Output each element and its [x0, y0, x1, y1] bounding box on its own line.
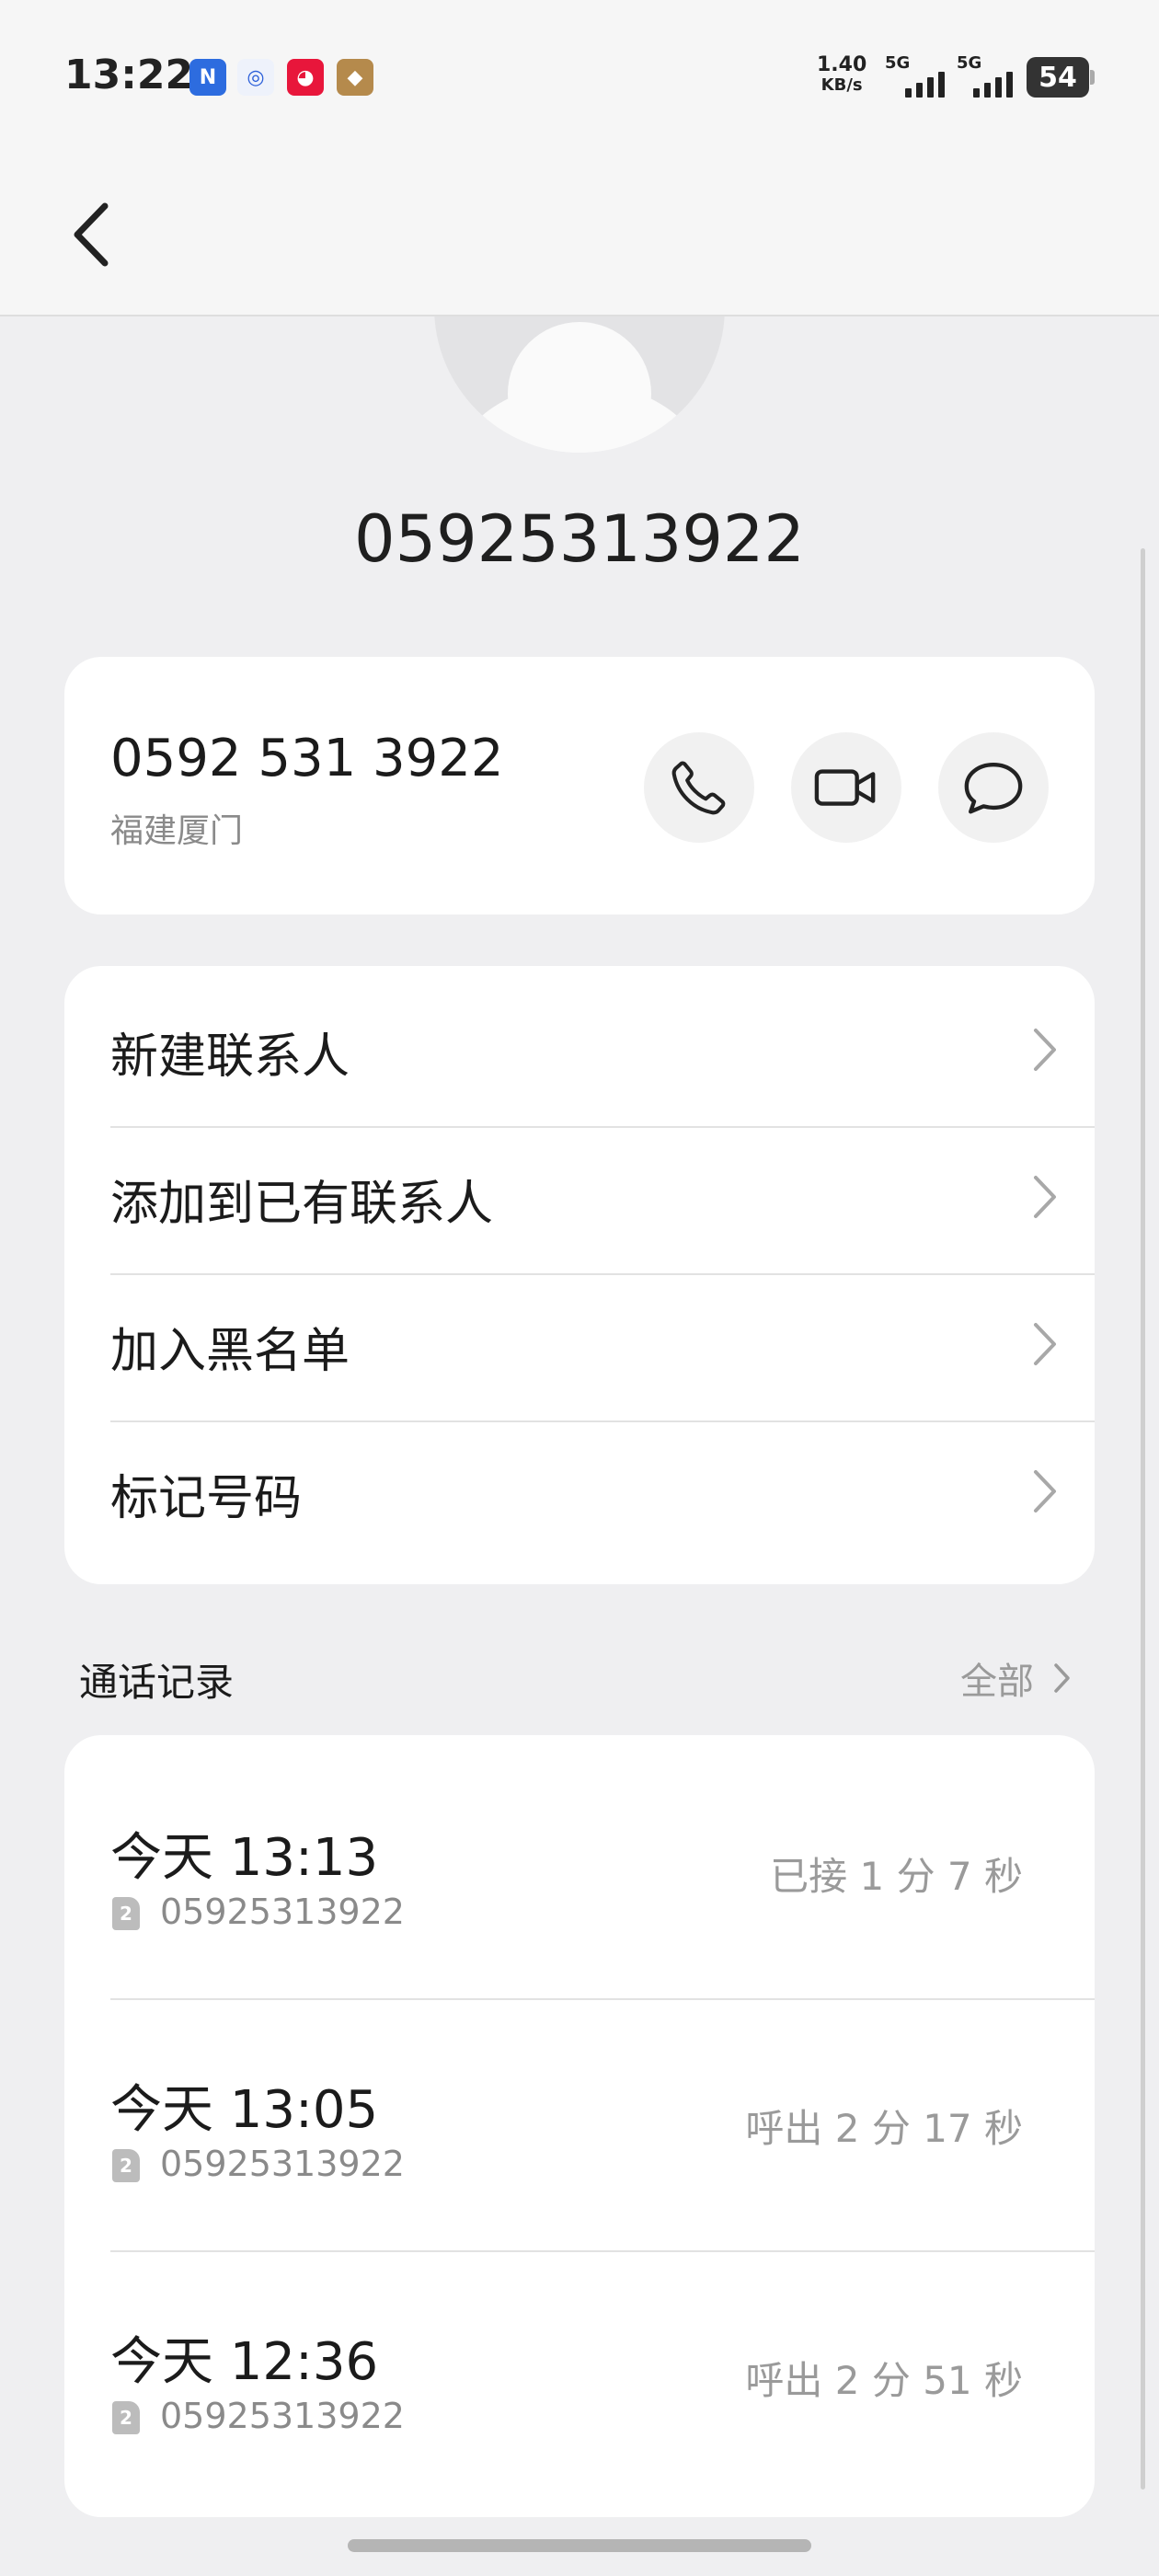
call-log-heading: 通话记录: [79, 1660, 235, 1705]
sim-card-icon: 2: [112, 2149, 140, 2182]
call-log-card: 今天 13:13 2 05925313922 已接 1 分 7 秒 今天 13:…: [64, 1735, 1095, 2517]
status-bar: 13:22 N ◎ ◕ ◆ 1.40 KB/s 5G 5G 54: [0, 0, 1159, 156]
nfc-icon: N: [189, 59, 226, 96]
message-button[interactable]: [938, 732, 1049, 843]
message-bubble-icon: [964, 763, 1023, 814]
status-time: 13:22: [64, 52, 194, 98]
home-indicator[interactable]: [348, 2539, 811, 2552]
call-button[interactable]: [644, 732, 754, 843]
call-log-entry[interactable]: 今天 13:13 2 05925313922 已接 1 分 7 秒: [110, 1735, 1095, 1987]
call-number: 05925313922: [160, 1892, 405, 1932]
menu-item-label: 标记号码: [110, 1471, 303, 1526]
phone-number-card: 0592 531 3922 福建厦门: [64, 657, 1095, 914]
avatar-body-shape: [453, 383, 706, 453]
call-status: 已接 1 分 7 秒: [770, 1854, 1023, 1899]
number-location: 福建厦门: [110, 812, 244, 850]
menu-item-add-to-existing[interactable]: 添加到已有联系人: [110, 1121, 1095, 1268]
chevron-right-icon: [1054, 1663, 1070, 1693]
call-status: 呼出 2 分 51 秒: [745, 2358, 1023, 2403]
menu-item-mark-number[interactable]: 标记号码: [110, 1415, 1095, 1562]
phone-icon: [671, 761, 726, 815]
sim-card-icon: 2: [112, 2401, 140, 2434]
menu-item-label: 添加到已有联系人: [110, 1177, 494, 1232]
call-log-entry[interactable]: 今天 13:05 2 05925313922 呼出 2 分 17 秒: [110, 1987, 1095, 2239]
actions-menu-card: 新建联系人 添加到已有联系人 加入黑名单 标记号码: [64, 966, 1095, 1584]
chevron-right-icon: [1034, 1470, 1056, 1512]
call-status: 呼出 2 分 17 秒: [745, 2106, 1023, 2151]
chevron-right-icon: [1034, 1029, 1056, 1071]
view-all-calls-link[interactable]: 全部: [960, 1651, 1071, 1705]
chevron-right-icon: [1034, 1176, 1056, 1218]
call-time: 今天 13:13: [110, 1828, 379, 1888]
phone-number[interactable]: 0592 531 3922: [110, 729, 504, 788]
sim1-network-type: 5G: [885, 53, 911, 73]
menu-item-label: 新建联系人: [110, 1029, 350, 1085]
top-app-bar: [0, 156, 1159, 316]
sim-card-icon: 2: [112, 1897, 140, 1930]
call-time: 今天 13:05: [110, 2080, 379, 2140]
menu-item-blacklist[interactable]: 加入黑名单: [110, 1268, 1095, 1415]
video-call-button[interactable]: [791, 732, 901, 843]
battery-level: 54: [1039, 61, 1077, 94]
scrollbar[interactable]: [1141, 548, 1145, 2490]
video-camera-icon: [814, 769, 876, 806]
app-icon-1: ◎: [237, 59, 274, 96]
view-all-label: 全部: [960, 1661, 1034, 1703]
sim2-network-type: 5G: [957, 53, 982, 73]
game-icon: ◆: [337, 59, 373, 96]
call-log-entry[interactable]: 今天 12:36 2 05925313922 呼出 2 分 51 秒: [110, 2239, 1095, 2491]
chevron-right-icon: [1034, 1323, 1056, 1365]
sim1-signal-icon: [905, 72, 945, 98]
call-number: 05925313922: [160, 2396, 405, 2436]
network-speed: 1.40 KB/s: [817, 53, 867, 96]
page-title: 05925313922: [354, 501, 805, 577]
call-time: 今天 12:36: [110, 2332, 379, 2392]
call-number: 05925313922: [160, 2144, 405, 2184]
menu-item-label: 加入黑名单: [110, 1324, 350, 1379]
tmall-icon: ◕: [287, 59, 324, 96]
back-arrow-icon: [74, 202, 109, 267]
sim2-signal-icon: [973, 72, 1013, 98]
battery-icon: 54: [1027, 57, 1095, 98]
back-button[interactable]: [64, 193, 123, 276]
menu-item-new-contact[interactable]: 新建联系人: [110, 973, 1095, 1121]
